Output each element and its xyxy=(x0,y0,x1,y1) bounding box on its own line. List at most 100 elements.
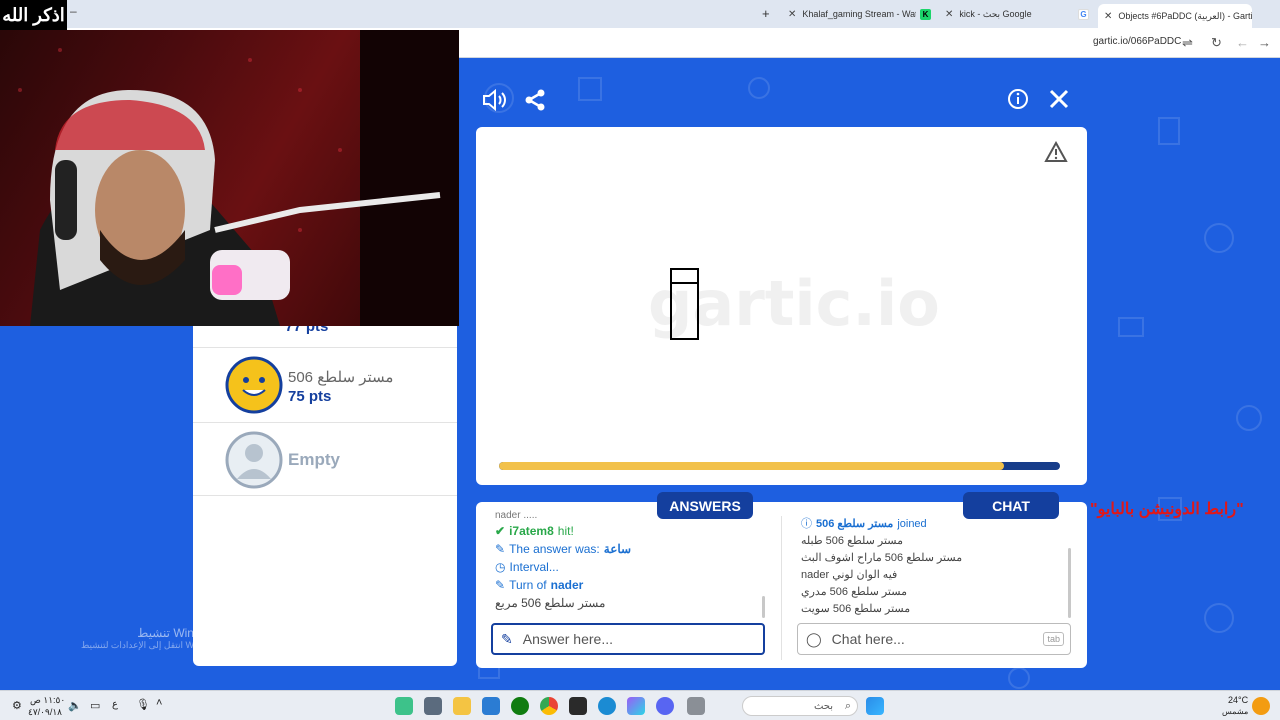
round-timer-fill xyxy=(499,462,1004,470)
webcam-overlay xyxy=(0,30,459,326)
edge-icon[interactable] xyxy=(598,697,616,715)
weather-temperature[interactable]: 24°C xyxy=(1228,695,1248,705)
chrome-icon[interactable] xyxy=(540,697,558,715)
discord-icon[interactable] xyxy=(656,697,674,715)
answers-log-item: ✎ The answer was: ساعة xyxy=(495,540,765,558)
chat-message: مستر سلطع 506 مدري xyxy=(801,586,907,598)
close-tab-icon[interactable]: ✕ xyxy=(945,9,953,20)
empty-slot-label: Empty xyxy=(288,450,340,469)
game-area: gartic.io ANSWERS CHAT nader ..... ✔ i7a… xyxy=(459,58,1280,690)
keyboard-language[interactable]: ع xyxy=(112,699,118,710)
minimize-icon[interactable]: – xyxy=(70,4,77,18)
taskbar-time[interactable]: ١١:٥٠ ص xyxy=(30,695,65,706)
report-warning-icon[interactable] xyxy=(1044,140,1068,168)
weather-condition[interactable]: مشمس xyxy=(1222,707,1248,716)
taskbar-date[interactable]: ٤٧/٠٩/١٨ xyxy=(28,707,62,718)
copilot-icon[interactable] xyxy=(627,697,645,715)
player-points: 75 pts xyxy=(288,388,332,405)
panel-divider xyxy=(781,516,782,660)
answers-scrollbar[interactable] xyxy=(762,596,765,618)
answer-word: ساعة xyxy=(603,542,632,556)
chevron-up-icon[interactable]: ˄ xyxy=(156,697,162,709)
answers-log-item: مستر سلطع 506 مربع xyxy=(495,594,765,612)
chat-log-item: مستر سلطع 506 سويت xyxy=(801,601,1071,618)
settings-gear-icon[interactable]: ⚙ xyxy=(12,699,22,712)
back-icon[interactable]: → xyxy=(1258,35,1271,50)
new-tab-button[interactable]: + xyxy=(762,6,770,21)
stream-corner-label: اذكر الله xyxy=(0,0,67,30)
close-icon[interactable] xyxy=(1048,88,1070,115)
close-tab-icon[interactable]: ✕ xyxy=(1104,11,1112,22)
empty-avatar-icon xyxy=(225,431,283,489)
sound-icon[interactable] xyxy=(481,88,507,117)
info-icon[interactable] xyxy=(1007,88,1029,115)
tab-label: Objects #6PaDDC (العربية) - Gartic xyxy=(1118,10,1252,21)
microphone-icon[interactable]: 🎙 xyxy=(136,698,150,711)
player-drawing xyxy=(670,268,699,340)
round-timer-bar xyxy=(499,462,1060,470)
chat-scrollbar[interactable] xyxy=(1068,548,1071,618)
answers-log-item: nader ..... xyxy=(495,510,765,522)
forward-icon[interactable]: ← xyxy=(1236,35,1249,50)
pencil-icon: ✎ xyxy=(495,542,506,556)
chat-log-item: nader فيه الوان لوني xyxy=(801,567,1071,584)
share-icon[interactable] xyxy=(523,88,547,117)
volume-icon[interactable]: 🔈 xyxy=(68,699,82,712)
player-name: i7atem8 xyxy=(509,524,554,538)
log-text: مستر سلطع 506 مربع xyxy=(495,596,606,610)
tab-label: Khalaf_gaming Stream - Watch xyxy=(802,9,916,19)
close-tab-icon[interactable]: ✕ xyxy=(788,9,796,20)
app-icon-grey[interactable] xyxy=(687,697,705,715)
streamer-webcam-image xyxy=(18,30,459,326)
epic-games-icon[interactable] xyxy=(569,697,587,715)
chat-message: nader فيه الوان لوني xyxy=(801,569,898,581)
answer-placeholder: Answer here... xyxy=(522,631,613,647)
log-text: joined xyxy=(897,518,927,530)
player-row[interactable]: مستر سلطع 506 75 pts xyxy=(193,348,457,423)
chat-log-item: مستر سلطع 506 مدري xyxy=(801,584,1071,601)
mail-icon[interactable] xyxy=(482,697,500,715)
info-small-icon: ⓘ xyxy=(801,518,812,530)
player-name: مستر سلطع 506 xyxy=(288,369,394,386)
player-row[interactable]: 77 pts xyxy=(193,318,457,348)
chat-log-item: مستر سلطع 506 طبله xyxy=(801,533,1071,550)
player-list: 77 pts مستر سلطع 506 75 pts Empty xyxy=(193,318,457,666)
browser-tab-bar: – + ✕ Khalaf_gaming Stream - Watch K ✕ k… xyxy=(0,0,1280,28)
answers-log-item: ✔ i7atem8 hit! xyxy=(495,522,765,540)
url-field[interactable]: gartic.io/066PaDDC xyxy=(1093,36,1181,47)
player-name: مستر سلطع 506 xyxy=(816,518,894,530)
chat-input[interactable]: ◯ Chat here... tab xyxy=(797,623,1071,655)
chat-message: مستر سلطع 506 سويت xyxy=(801,603,911,615)
store-icon[interactable] xyxy=(424,697,442,715)
app-icon-green[interactable] xyxy=(395,697,413,715)
search-placeholder: بحث xyxy=(813,700,833,712)
kick-favicon-icon: K xyxy=(920,4,934,24)
clock-icon: ◷ xyxy=(495,560,506,574)
log-text: Turn of xyxy=(509,578,547,592)
site-settings-icon[interactable]: ⇌ xyxy=(1182,35,1193,51)
tab-label: kick - بحث Google xyxy=(959,8,1032,19)
reload-icon[interactable]: ↻ xyxy=(1211,35,1222,51)
file-explorer-icon[interactable] xyxy=(453,697,471,715)
taskbar-search[interactable]: بحث ⌕ xyxy=(742,696,858,716)
player-row-empty[interactable]: Empty xyxy=(193,423,457,496)
google-favicon-icon: G xyxy=(1078,4,1092,24)
search-icon: ⌕ xyxy=(844,700,851,712)
chat-bubble-icon: ◯ xyxy=(806,630,822,647)
activation-subtitle: انتقل إلى الإعدادات لتنشيط Windows xyxy=(80,640,222,650)
log-text: Interval... xyxy=(509,560,559,574)
drawing-canvas[interactable]: gartic.io xyxy=(476,127,1087,485)
tab-chat[interactable]: CHAT xyxy=(963,492,1059,519)
tab-gartic-active[interactable]: ✕ Objects #6PaDDC (العربية) - Gartic xyxy=(1098,4,1252,28)
weather-sun-icon[interactable] xyxy=(1252,697,1270,715)
xbox-icon[interactable] xyxy=(511,697,529,715)
windows-start-icon[interactable] xyxy=(866,697,884,715)
answer-input[interactable]: ✎ Answer here... xyxy=(491,623,765,655)
network-icon[interactable]: ▭ xyxy=(90,699,100,712)
player-avatar xyxy=(225,356,283,414)
chat-message: مستر سلطع 506 ماراح اشوف البث xyxy=(801,552,963,564)
pencil-icon: ✎ xyxy=(495,578,506,592)
tab-khalaf-stream[interactable]: ✕ Khalaf_gaming Stream - Watch xyxy=(788,4,916,24)
chat-message: مستر سلطع 506 طبله xyxy=(801,535,903,547)
tab-google-search[interactable]: ✕ kick - بحث Google xyxy=(945,4,1065,24)
